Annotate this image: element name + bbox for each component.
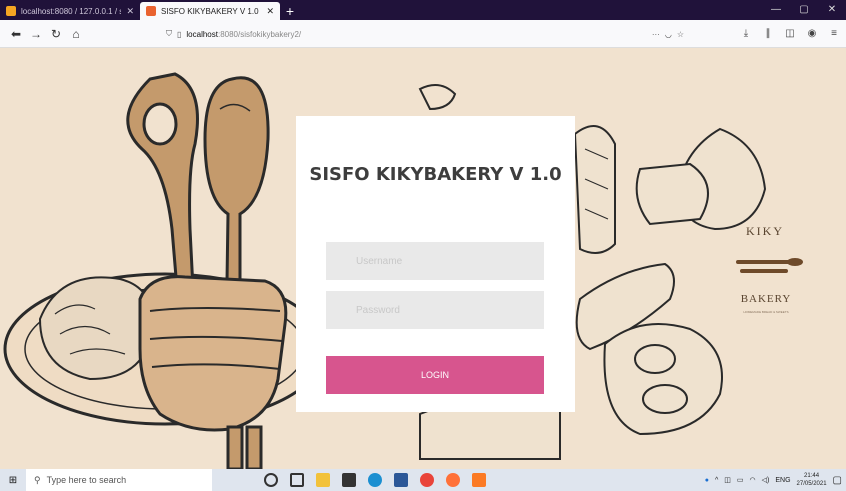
pastry-illustration bbox=[603, 323, 723, 436]
search-placeholder: Type here to search bbox=[46, 475, 127, 485]
password-input[interactable] bbox=[326, 291, 544, 329]
taskbar-search[interactable]: ⚲ Type here to search bbox=[26, 469, 212, 491]
close-tab-icon[interactable]: ✕ bbox=[266, 6, 274, 17]
spoon-fork-logo-icon bbox=[736, 260, 792, 273]
croissant-illustration bbox=[418, 84, 457, 111]
star-icon[interactable]: ☆ bbox=[677, 30, 684, 39]
notifications-icon[interactable]: ▢ bbox=[833, 475, 842, 486]
language-indicator[interactable]: ENG bbox=[775, 477, 790, 484]
sidebar-icon[interactable]: ◫ bbox=[782, 24, 798, 44]
page-viewport: KIKY BAKERY HOMEMADE BREAD & SWEETS SISF… bbox=[0, 49, 846, 469]
volume-icon[interactable]: ◁) bbox=[762, 476, 770, 484]
tab-title: SISFO KIKYBAKERY V 1.0 bbox=[161, 6, 259, 16]
chevron-up-icon[interactable]: ^ bbox=[715, 477, 718, 484]
login-title: SISFO KIKYBAKERY V 1.0 bbox=[309, 164, 562, 185]
reload-icon[interactable]: ↻ bbox=[46, 24, 66, 44]
xampp-icon[interactable] bbox=[472, 473, 486, 487]
taskbar-apps bbox=[264, 473, 486, 487]
close-tab-icon[interactable]: ✕ bbox=[126, 6, 134, 17]
pocket-icon[interactable]: ◡ bbox=[665, 30, 672, 39]
page-icon: ▯ bbox=[177, 29, 182, 39]
url-bar[interactable]: ⛉ ▯ localhost:8080/sisfokikybakery2/ ···… bbox=[160, 24, 690, 44]
back-icon[interactable]: ⬅ bbox=[6, 24, 26, 44]
clock[interactable]: 21:44 27/05/2021 bbox=[797, 472, 827, 488]
tab-title: localhost:8080 / 127.0.0.1 / sisfo bbox=[21, 6, 122, 16]
edge-icon[interactable] bbox=[368, 473, 382, 487]
account-icon[interactable]: ◉ bbox=[804, 24, 820, 44]
bread-loaf-illustration bbox=[573, 125, 616, 254]
store-icon[interactable] bbox=[342, 473, 356, 487]
cortana-icon[interactable] bbox=[264, 473, 278, 487]
file-explorer-icon[interactable] bbox=[316, 473, 330, 487]
logo-top-text: KIKY bbox=[746, 224, 784, 238]
login-button[interactable]: LOGIN bbox=[326, 356, 544, 394]
window-controls: — ▢ ✕ bbox=[762, 0, 846, 20]
maximize-icon[interactable]: ▢ bbox=[790, 0, 818, 20]
browser-navbar: ⬅ → ↻ ⌂ ⛉ ▯ localhost:8080/sisfokikybake… bbox=[0, 20, 846, 48]
menu-icon[interactable]: ≡ bbox=[826, 24, 842, 44]
antivirus-icon[interactable]: ● bbox=[705, 477, 709, 484]
search-icon: ⚲ bbox=[34, 474, 41, 485]
close-window-icon[interactable]: ✕ bbox=[818, 0, 846, 20]
more-icon[interactable]: ··· bbox=[652, 30, 660, 39]
network-icon[interactable]: ◫ bbox=[724, 476, 731, 484]
login-card: SISFO KIKYBAKERY V 1.0 LOGIN bbox=[296, 116, 575, 412]
battery-icon[interactable]: ▭ bbox=[737, 476, 744, 484]
fist-illustration bbox=[138, 275, 288, 432]
tab-sisfo-kikybakery[interactable]: SISFO KIKYBAKERY V 1.0 ✕ bbox=[140, 2, 280, 20]
forward-icon[interactable]: → bbox=[26, 24, 46, 44]
firefox-icon[interactable] bbox=[446, 473, 460, 487]
windows-start-icon[interactable]: ⊞ bbox=[0, 469, 26, 491]
word-icon[interactable] bbox=[394, 473, 408, 487]
username-input[interactable] bbox=[326, 242, 544, 280]
site-favicon-icon bbox=[146, 6, 156, 16]
clock-time: 21:44 bbox=[804, 473, 820, 479]
url-text[interactable]: localhost:8080/sisfokikybakery2/ bbox=[186, 30, 646, 39]
new-tab-button[interactable]: + bbox=[280, 2, 300, 20]
task-view-icon[interactable] bbox=[290, 473, 304, 487]
chrome-icon[interactable] bbox=[420, 473, 434, 487]
system-tray: ● ^ ◫ ▭ ◠ ◁) ENG 21:44 27/05/2021 ▢ bbox=[705, 469, 842, 491]
library-icon[interactable]: ∥ bbox=[760, 24, 776, 44]
download-icon[interactable]: ⤓ bbox=[738, 24, 754, 44]
browser-tab-strip: localhost:8080 / 127.0.0.1 / sisfo ✕ SIS… bbox=[0, 0, 846, 20]
tab-phpmyadmin[interactable]: localhost:8080 / 127.0.0.1 / sisfo ✕ bbox=[0, 2, 140, 20]
clock-date: 27/05/2021 bbox=[796, 481, 827, 487]
minimize-icon[interactable]: — bbox=[762, 0, 790, 20]
toolbar-right: ⤓ ∥ ◫ ◉ ≡ bbox=[738, 24, 842, 44]
home-icon[interactable]: ⌂ bbox=[66, 24, 86, 44]
logo-tagline: HOMEMADE BREAD & SWEETS bbox=[743, 310, 788, 314]
wifi-icon[interactable]: ◠ bbox=[750, 476, 756, 484]
phpmyadmin-favicon-icon bbox=[6, 6, 16, 16]
shield-icon[interactable]: ⛉ bbox=[166, 29, 172, 39]
windows-taskbar: ⊞ ⚲ Type here to search ● ^ ◫ ▭ ◠ ◁) ENG… bbox=[0, 469, 846, 491]
logo-bottom-text: BAKERY bbox=[741, 293, 792, 305]
